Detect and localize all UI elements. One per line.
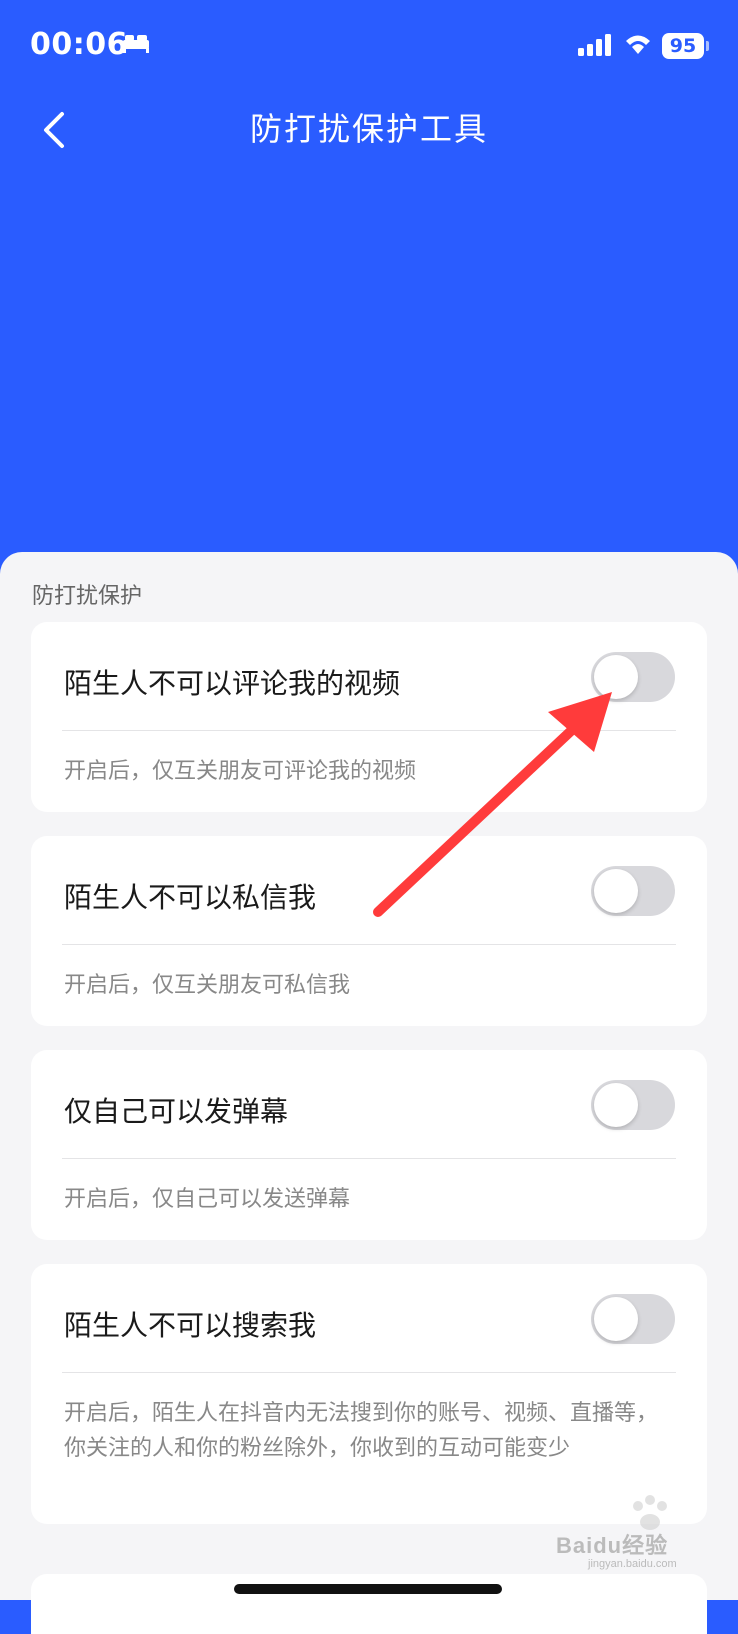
divider [62, 730, 676, 731]
setting-description: 开启后，仅互关朋友可评论我的视频 [64, 759, 417, 784]
search-toggle[interactable] [591, 1294, 675, 1344]
status-time: 00:06 [30, 27, 128, 62]
message-toggle[interactable] [591, 866, 675, 916]
divider [62, 1372, 676, 1373]
header: 00:06 95 防打扰保护工具 [0, 0, 738, 560]
status-bar: 00:06 95 [0, 0, 738, 90]
comment-toggle[interactable] [591, 652, 675, 702]
battery-icon: 95 [662, 33, 704, 59]
toggle-knob [594, 655, 638, 699]
divider [62, 1158, 676, 1159]
page-title: 防打扰保护工具 [249, 110, 488, 148]
setting-card-comment: 陌生人不可以评论我的视频 开启后，仅互关朋友可评论我的视频 [31, 622, 707, 812]
wifi-icon [626, 35, 650, 54]
bed-icon [123, 35, 149, 53]
watermark-subtext: jingyan.baidu.com [588, 1558, 677, 1570]
setting-description: 开启后，陌生人在抖音内无法搜到你的账号、视频、直播等，你关注的人和你的粉丝除外，… [64, 1401, 659, 1461]
watermark-text: Baidu经验 [556, 1533, 669, 1558]
setting-title: 陌生人不可以评论我的视频 [64, 667, 401, 700]
toggle-knob [594, 1083, 638, 1127]
setting-title: 陌生人不可以私信我 [64, 881, 317, 914]
battery-nub [706, 41, 709, 51]
setting-card-danmaku: 仅自己可以发弹幕 开启后，仅自己可以发送弹幕 [31, 1050, 707, 1240]
setting-description: 开启后，仅互关朋友可私信我 [64, 973, 351, 998]
section-label: 防打扰保护 [32, 584, 143, 609]
signal-icon [578, 34, 611, 56]
setting-title: 仅自己可以发弹幕 [64, 1095, 289, 1128]
toggle-knob [594, 869, 638, 913]
divider [62, 944, 676, 945]
toggle-knob [594, 1297, 638, 1341]
settings-sheet: 防打扰保护 陌生人不可以评论我的视频 开启后，仅互关朋友可评论我的视频 陌生人不… [0, 552, 738, 1634]
setting-title: 陌生人不可以搜索我 [64, 1309, 317, 1342]
home-indicator[interactable] [234, 1584, 502, 1594]
next-setting-card [31, 1574, 707, 1634]
setting-card-search: 陌生人不可以搜索我 开启后，陌生人在抖音内无法搜到你的账号、视频、直播等，你关注… [31, 1264, 707, 1524]
setting-card-message: 陌生人不可以私信我 开启后，仅互关朋友可私信我 [31, 836, 707, 1026]
setting-description: 开启后，仅自己可以发送弹幕 [64, 1187, 351, 1212]
danmaku-toggle[interactable] [591, 1080, 675, 1130]
